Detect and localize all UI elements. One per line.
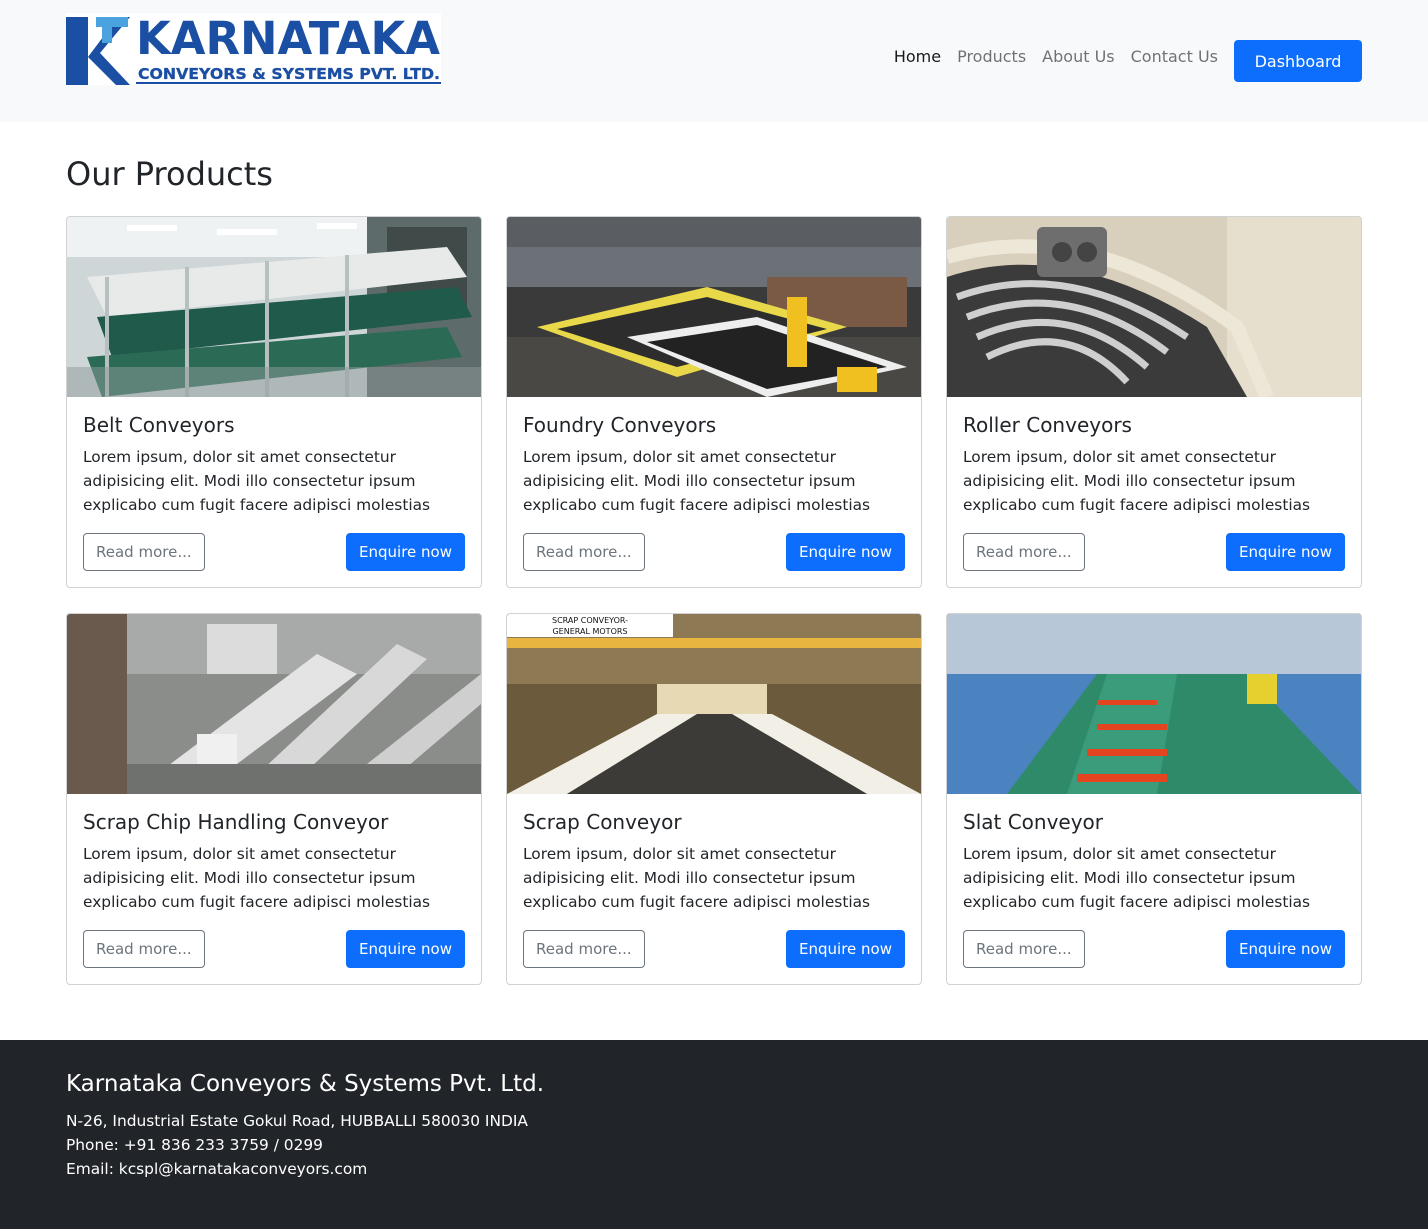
product-card-foundry-conveyors: Foundry Conveyors Lorem ipsum, dolor sit… xyxy=(506,216,922,588)
product-card-roller-conveyors: Roller Conveyors Lorem ipsum, dolor sit … xyxy=(946,216,1362,588)
nav-link-home[interactable]: Home xyxy=(894,47,941,66)
product-image-scrap-chip-handling-conveyor xyxy=(67,614,481,794)
product-description: Lorem ipsum, dolor sit amet consectetur … xyxy=(83,845,431,911)
product-card-belt-conveyors: Belt Conveyors Lorem ipsum, dolor sit am… xyxy=(66,216,482,588)
product-description: Lorem ipsum, dolor sit amet consectetur … xyxy=(963,845,1311,911)
product-title: Scrap Chip Handling Conveyor xyxy=(83,810,389,834)
read-more-button[interactable]: Read more... xyxy=(83,533,205,571)
footer-email: Email: kcspl@karnatakaconveyors.com xyxy=(66,1160,368,1178)
read-more-button[interactable]: Read more... xyxy=(963,930,1085,968)
product-image-scrap-conveyor: SCRAP CONVEYOR- GENERAL MOTORS xyxy=(507,614,921,794)
product-card-scrap-chip-handling-conveyor: Scrap Chip Handling Conveyor Lorem ipsum… xyxy=(66,613,482,985)
product-grid: Belt Conveyors Lorem ipsum, dolor sit am… xyxy=(66,216,1362,985)
product-title: Foundry Conveyors xyxy=(523,413,717,437)
card-actions: Read more... Enquire now xyxy=(963,930,1345,968)
image-caption-line1: SCRAP CONVEYOR- xyxy=(552,616,628,625)
product-title: Scrap Conveyor xyxy=(523,810,682,834)
enquire-now-button[interactable]: Enquire now xyxy=(786,533,905,571)
footer-company-name: Karnataka Conveyors & Systems Pvt. Ltd. xyxy=(66,1071,545,1097)
enquire-now-button[interactable]: Enquire now xyxy=(1226,930,1345,968)
logo-wordmark: KARNATAKA xyxy=(136,13,440,65)
product-description: Lorem ipsum, dolor sit amet consectetur … xyxy=(523,845,871,911)
footer-phone: Phone: +91 836 233 3759 / 0299 xyxy=(66,1136,323,1154)
enquire-now-button[interactable]: Enquire now xyxy=(346,930,465,968)
product-description: Lorem ipsum, dolor sit amet consectetur … xyxy=(963,448,1311,514)
enquire-now-button[interactable]: Enquire now xyxy=(346,533,465,571)
read-more-button[interactable]: Read more... xyxy=(523,930,645,968)
enquire-now-button[interactable]: Enquire now xyxy=(786,930,905,968)
footer-address: N-26, Industrial Estate Gokul Road, HUBB… xyxy=(66,1112,528,1130)
footer: Karnataka Conveyors & Systems Pvt. Ltd. … xyxy=(0,1040,1428,1229)
dashboard-button[interactable]: Dashboard xyxy=(1234,40,1362,82)
product-image-slat-conveyor xyxy=(947,614,1361,794)
card-actions: Read more... Enquire now xyxy=(83,533,465,571)
nav-link-contact-us[interactable]: Contact Us xyxy=(1131,47,1218,66)
company-logo[interactable]: KARNATAKA CONVEYORS & SYSTEMS PVT. LTD. xyxy=(66,13,441,85)
product-card-slat-conveyor: Slat Conveyor Lorem ipsum, dolor sit ame… xyxy=(946,613,1362,985)
main-nav: Home Products About Us Contact Us xyxy=(894,47,1218,66)
product-title: Belt Conveyors xyxy=(83,413,235,437)
card-actions: Read more... Enquire now xyxy=(523,533,905,571)
product-image-foundry-conveyors xyxy=(507,217,921,397)
product-title: Roller Conveyors xyxy=(963,413,1132,437)
navbar: KARNATAKA CONVEYORS & SYSTEMS PVT. LTD. … xyxy=(0,0,1428,122)
read-more-button[interactable]: Read more... xyxy=(523,533,645,571)
read-more-button[interactable]: Read more... xyxy=(83,930,205,968)
product-title: Slat Conveyor xyxy=(963,810,1104,834)
product-description: Lorem ipsum, dolor sit amet consectetur … xyxy=(523,448,871,514)
logo-tagline: CONVEYORS & SYSTEMS PVT. LTD. xyxy=(138,65,440,83)
nav-link-products[interactable]: Products xyxy=(957,47,1026,66)
product-image-belt-conveyors xyxy=(67,217,481,397)
image-caption-line2: GENERAL MOTORS xyxy=(552,627,627,636)
product-card-scrap-conveyor: SCRAP CONVEYOR- GENERAL MOTORS Scrap Con… xyxy=(506,613,922,985)
page-title: Our Products xyxy=(66,155,273,193)
card-actions: Read more... Enquire now xyxy=(83,930,465,968)
product-description: Lorem ipsum, dolor sit amet consectetur … xyxy=(83,448,431,514)
product-image-roller-conveyors xyxy=(947,217,1361,397)
card-actions: Read more... Enquire now xyxy=(523,930,905,968)
enquire-now-button[interactable]: Enquire now xyxy=(1226,533,1345,571)
footer-contact-info: N-26, Industrial Estate Gokul Road, HUBB… xyxy=(66,1109,528,1181)
read-more-button[interactable]: Read more... xyxy=(963,533,1085,571)
nav-link-about-us[interactable]: About Us xyxy=(1042,47,1114,66)
card-actions: Read more... Enquire now xyxy=(963,533,1345,571)
